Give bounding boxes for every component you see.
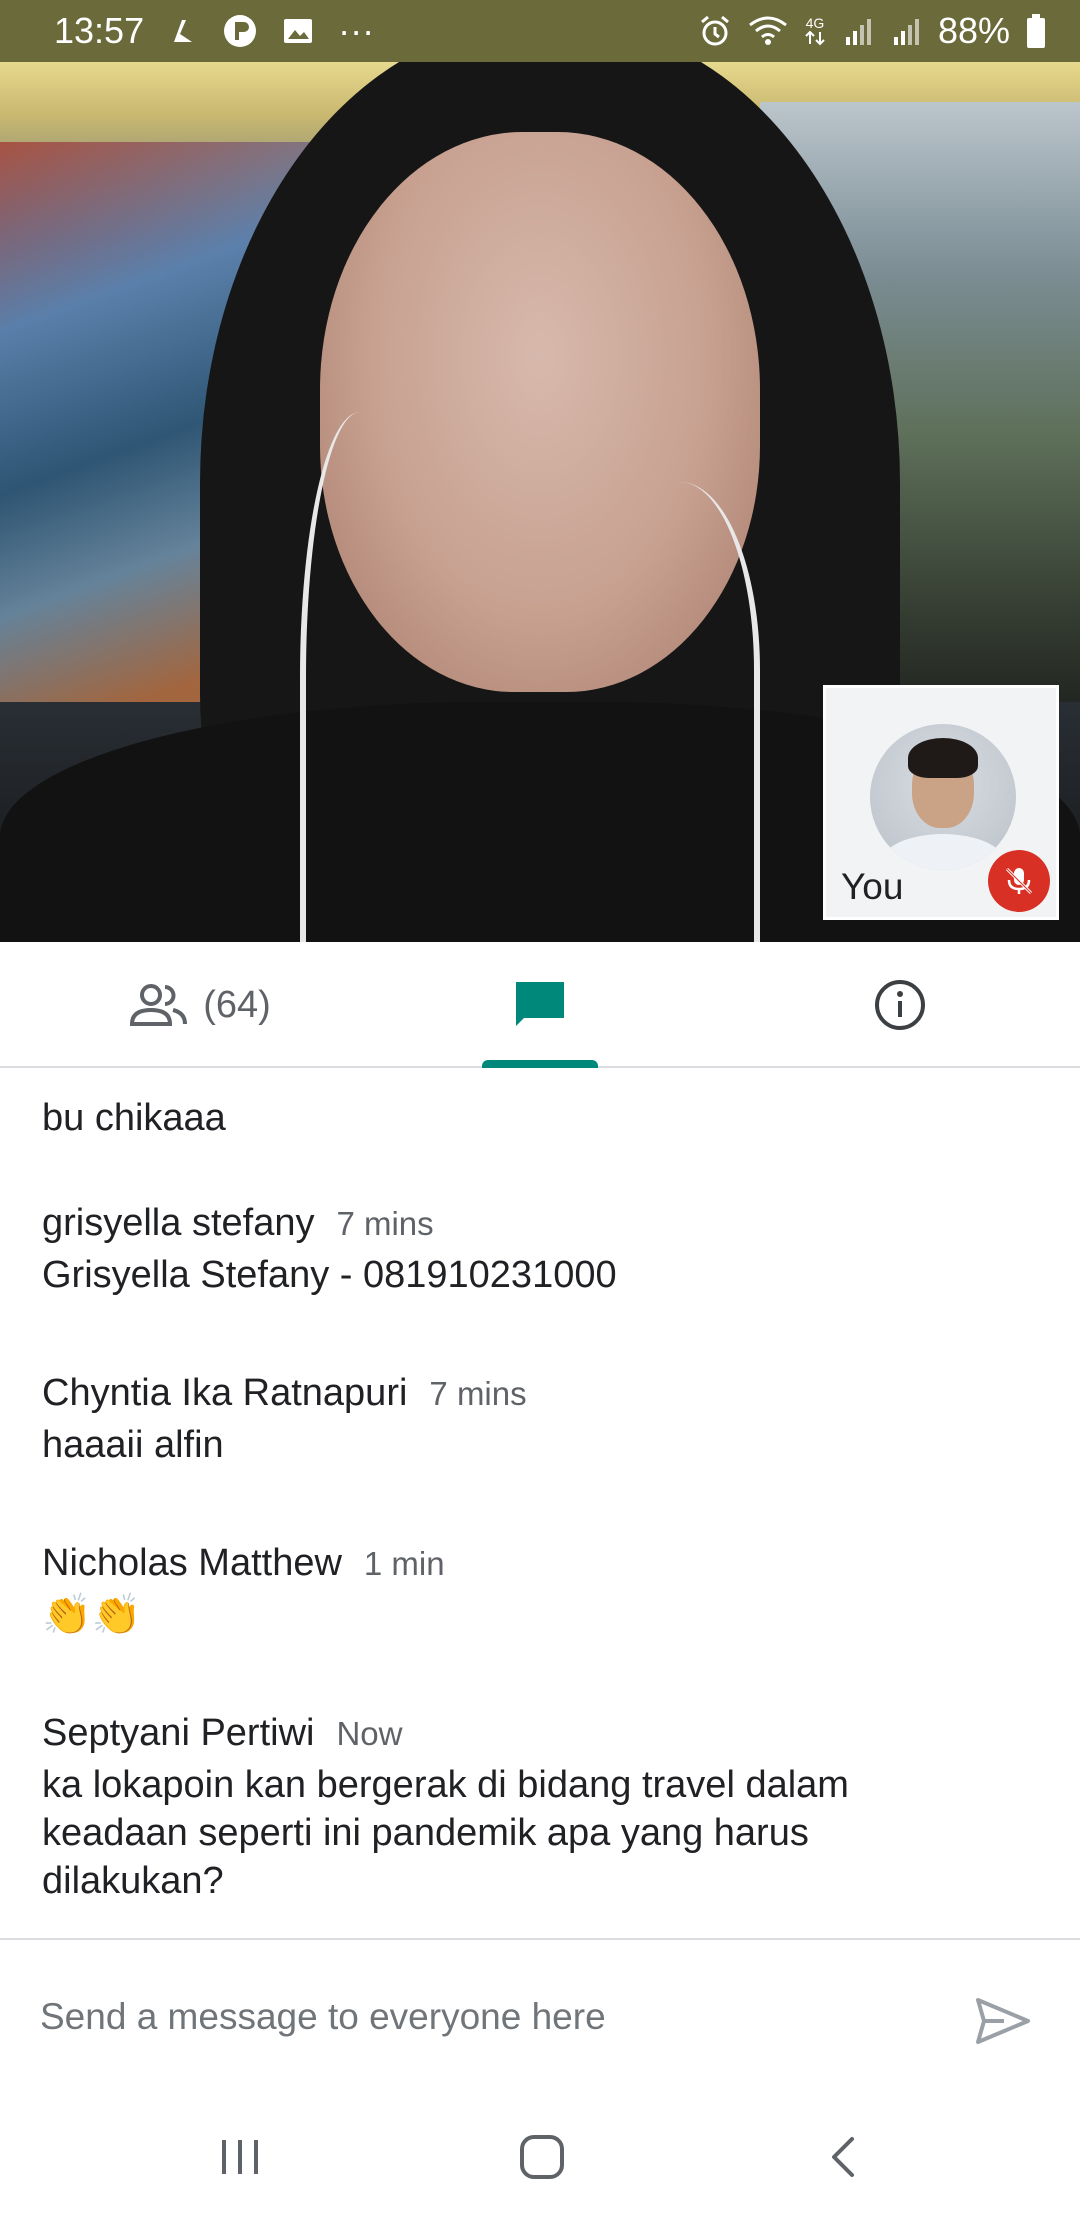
people-count: (64) — [203, 983, 271, 1026]
info-icon — [873, 978, 927, 1032]
message-text: haaaii alfin — [42, 1424, 224, 1466]
tab-info[interactable] — [850, 942, 950, 1068]
p-notification-icon — [222, 13, 258, 49]
chat-icon — [512, 978, 568, 1032]
app-notification-icon — [168, 16, 198, 46]
recent-apps-icon — [218, 2137, 262, 2177]
alarm-icon — [698, 14, 732, 48]
mic-off-icon[interactable] — [988, 850, 1050, 912]
wifi-icon — [748, 15, 788, 47]
message-input[interactable] — [40, 1982, 920, 2052]
tab-people[interactable]: (64) — [60, 942, 340, 1068]
status-time: 13:57 — [54, 10, 145, 51]
chat-list[interactable]: bu chikaaa grisyella stefany 7 mins Gris… — [0, 1070, 1080, 1938]
tab-bar: (64) — [0, 942, 1080, 1068]
message-time: Now — [336, 1715, 403, 1752]
message-sender: Nicholas Matthew — [42, 1542, 342, 1584]
people-icon — [129, 982, 189, 1028]
tab-chat[interactable] — [482, 942, 598, 1068]
send-button[interactable] — [970, 1992, 1036, 2050]
self-view-tile[interactable]: You — [823, 685, 1059, 920]
gallery-icon — [282, 16, 314, 46]
self-view-label: You — [841, 866, 904, 907]
message-text: bu chikaaa — [42, 1097, 226, 1139]
list-item: Septyani Pertiwi Now ka lokapoin kan ber… — [42, 1712, 1042, 1905]
message-time: 7 mins — [429, 1375, 527, 1412]
battery-icon — [1026, 14, 1046, 48]
avatar — [870, 724, 1016, 870]
status-more: ··· — [338, 10, 375, 51]
home-button[interactable] — [502, 2122, 582, 2192]
list-item: grisyella stefany 7 mins Grisyella Stefa… — [42, 1202, 1042, 1299]
message-sender: Chyntia Ika Ratnapuri — [42, 1372, 408, 1414]
network-icon: 4G — [804, 16, 826, 46]
signal-icon-2 — [890, 15, 922, 47]
main-video[interactable]: You — [0, 62, 1080, 942]
status-bar: 13:57 ··· 4G 88% — [0, 0, 1080, 62]
message-text: Grisyella Stefany - 081910231000 — [42, 1254, 617, 1296]
message-sender: grisyella stefany — [42, 1202, 315, 1244]
send-icon — [974, 1996, 1032, 2046]
message-text: ka lokapoin kan bergerak di bidang trave… — [42, 1764, 849, 1902]
message-time: 7 mins — [336, 1205, 434, 1242]
message-time: 1 min — [363, 1545, 445, 1582]
list-item: bu chikaaa — [42, 1088, 1042, 1142]
recent-apps-button[interactable] — [200, 2122, 280, 2192]
message-sender: Septyani Pertiwi — [42, 1712, 315, 1754]
active-tab-indicator — [482, 1060, 598, 1068]
battery-percent: 88% — [937, 10, 1010, 51]
list-item: Nicholas Matthew 1 min 👏👏 — [42, 1542, 1042, 1639]
message-emoji: 👏👏 — [42, 1593, 142, 1637]
signal-icon — [842, 15, 874, 47]
earphone-cable — [300, 412, 420, 942]
network-type: 4G — [805, 15, 825, 31]
back-button[interactable] — [804, 2122, 884, 2192]
back-icon — [826, 2135, 862, 2179]
system-nav-bar — [0, 2098, 1080, 2220]
message-composer — [0, 1938, 1080, 2098]
home-icon — [518, 2133, 566, 2181]
list-item: Chyntia Ika Ratnapuri 7 mins haaaii alfi… — [42, 1372, 1042, 1469]
